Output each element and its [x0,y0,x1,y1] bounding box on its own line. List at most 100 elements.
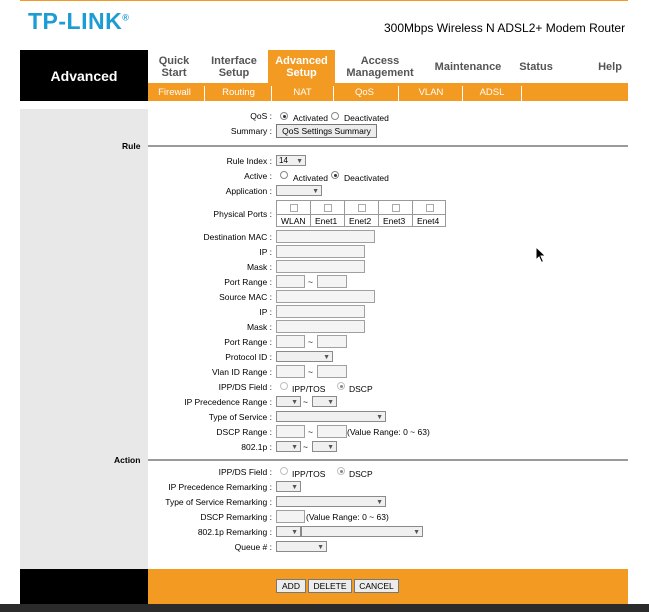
action-ipp-tos-label: IPP/TOS [292,469,326,479]
chevron-down-icon: ▼ [291,484,298,491]
qos-deactivated-radio[interactable] [331,112,339,120]
ipds-field-label: IPP/DS Field : [218,382,272,392]
destination-mask-input[interactable] [276,260,365,273]
8021p-start-select[interactable]: ▼ [276,441,301,452]
dscp-remarking-label: DSCP Remarking : [200,512,272,522]
tilde: ~ [308,367,313,377]
chevron-down-icon: ▼ [291,444,298,451]
port-enet1-checkbox[interactable] [324,204,332,212]
chevron-down-icon: ▼ [317,544,324,551]
protocol-id-label: Protocol ID : [225,352,272,362]
destination-port-end-input[interactable] [317,275,347,288]
submenu-firewall[interactable]: Firewall [148,83,201,101]
submenu-vlan[interactable]: VLAN [399,83,463,101]
destination-ip-label: IP : [259,247,272,257]
tos-remarking-label: Type of Service Remarking : [165,497,272,507]
tos-remarking-select[interactable]: ▼ [276,496,386,507]
footer-left [20,569,148,604]
action-ipp-tos-radio[interactable] [280,467,288,475]
source-mac-input[interactable] [276,290,375,303]
rule-index-select[interactable]: 14 ▼ [276,155,306,166]
source-port-start-input[interactable] [276,335,305,348]
menu-interface-setup[interactable]: Interface Setup [203,50,265,83]
rule-ipp-tos-radio[interactable] [280,382,288,390]
tp-link-logo: TP-LINK® [28,8,130,34]
destination-port-start-input[interactable] [276,275,305,288]
menu-advanced-setup[interactable]: Advanced Setup [268,50,335,83]
source-port-end-input[interactable] [317,335,347,348]
queue-select[interactable]: ▼ [276,541,327,552]
qos-activated-radio[interactable] [280,112,288,120]
dscp-range-end-input[interactable] [317,425,347,438]
8021p-remarking-select[interactable]: ▼ [276,526,301,537]
port-wlan-checkbox[interactable] [290,204,298,212]
source-port-range-label: Port Range : [224,337,272,347]
port-enet4-checkbox[interactable] [426,204,434,212]
menu-status[interactable]: Status [514,50,558,83]
delete-button[interactable]: DELETE [308,579,352,593]
submenu-qos[interactable]: QoS [334,83,395,101]
8021p-end-select[interactable]: ▼ [312,441,337,452]
vlan-id-end-input[interactable] [317,365,347,378]
port-enet2-checkbox[interactable] [358,204,366,212]
rule-deactivated-label: Deactivated [344,173,389,183]
8021p-remarking-label: 802.1p Remarking : [197,527,272,537]
chevron-down-icon: ▼ [413,529,420,536]
qos-activated-label: Activated [293,113,328,123]
rule-deactivated-radio[interactable] [331,171,339,179]
rule-activated-label: Activated [293,173,328,183]
application-select[interactable]: ▼ [276,185,322,196]
add-button[interactable]: ADD [276,579,306,593]
queue-label: Queue # : [234,542,272,552]
action-dscp-radio[interactable] [337,467,345,475]
port-enet3-checkbox[interactable] [392,204,400,212]
submenu-routing[interactable]: Routing [205,83,272,101]
8021p-remarking-detail-select[interactable]: ▼ [301,526,423,537]
source-mac-label: Source MAC : [219,292,272,302]
chevron-down-icon: ▼ [312,188,319,195]
sub-menu: Firewall Routing NAT QoS VLAN ADSL [148,83,628,101]
tilde: ~ [308,277,313,287]
menu-maintenance[interactable]: Maintenance [431,50,505,83]
destination-mac-label: Destination MAC : [203,232,273,242]
port-wlan-label: WLAN [281,216,306,226]
ip-precedence-remarking-label: IP Precedence Remarking : [168,482,272,492]
ip-precedence-remarking-select[interactable]: ▼ [276,481,301,492]
chevron-down-icon: ▼ [327,444,334,451]
chevron-down-icon: ▼ [376,499,383,506]
vlan-id-start-input[interactable] [276,365,305,378]
source-mask-label: Mask : [246,322,272,332]
menu-access-management[interactable]: Access Management [339,50,421,83]
port-enet1-label: Enet1 [315,216,338,226]
submenu-nat[interactable]: NAT [272,83,333,101]
cancel-button[interactable]: CANCEL [354,579,399,593]
physical-ports-label: Physical Ports : [213,209,272,219]
tilde: ~ [308,427,313,437]
rule-dscp-radio[interactable] [337,382,345,390]
qos-deactivated-label: Deactivated [344,113,389,123]
port-enet4-label: Enet4 [417,216,440,226]
ip-precedence-start-select[interactable]: ▼ [276,396,301,407]
type-of-service-select[interactable]: ▼ [276,411,386,422]
destination-ip-input[interactable] [276,245,365,258]
destination-mac-input[interactable] [276,230,375,243]
dscp-remarking-input[interactable] [276,510,305,523]
rule-activated-radio[interactable] [280,171,288,179]
bottom-bar [0,604,649,612]
header-top-line [20,0,628,1]
chevron-down-icon: ▼ [323,354,330,361]
source-ip-input[interactable] [276,305,365,318]
vlan-id-range-label: Vlan ID Range : [211,367,272,377]
rule-ipp-tos-label: IPP/TOS [292,384,326,394]
dscp-range-start-input[interactable] [276,425,305,438]
qos-settings-summary-button[interactable]: QoS Settings Summary [276,124,377,138]
chevron-down-icon: ▼ [291,529,298,536]
physical-ports-table: WLAN Enet1 Enet2 Enet3 Enet4 [276,200,446,227]
port-enet2-label: Enet2 [349,216,372,226]
source-mask-input[interactable] [276,320,365,333]
submenu-adsl[interactable]: ADSL [463,83,521,101]
menu-quick-start[interactable]: Quick Start [148,50,200,83]
menu-help[interactable]: Help [592,50,628,83]
protocol-id-select[interactable]: ▼ [276,351,333,362]
ip-precedence-end-select[interactable]: ▼ [312,396,337,407]
